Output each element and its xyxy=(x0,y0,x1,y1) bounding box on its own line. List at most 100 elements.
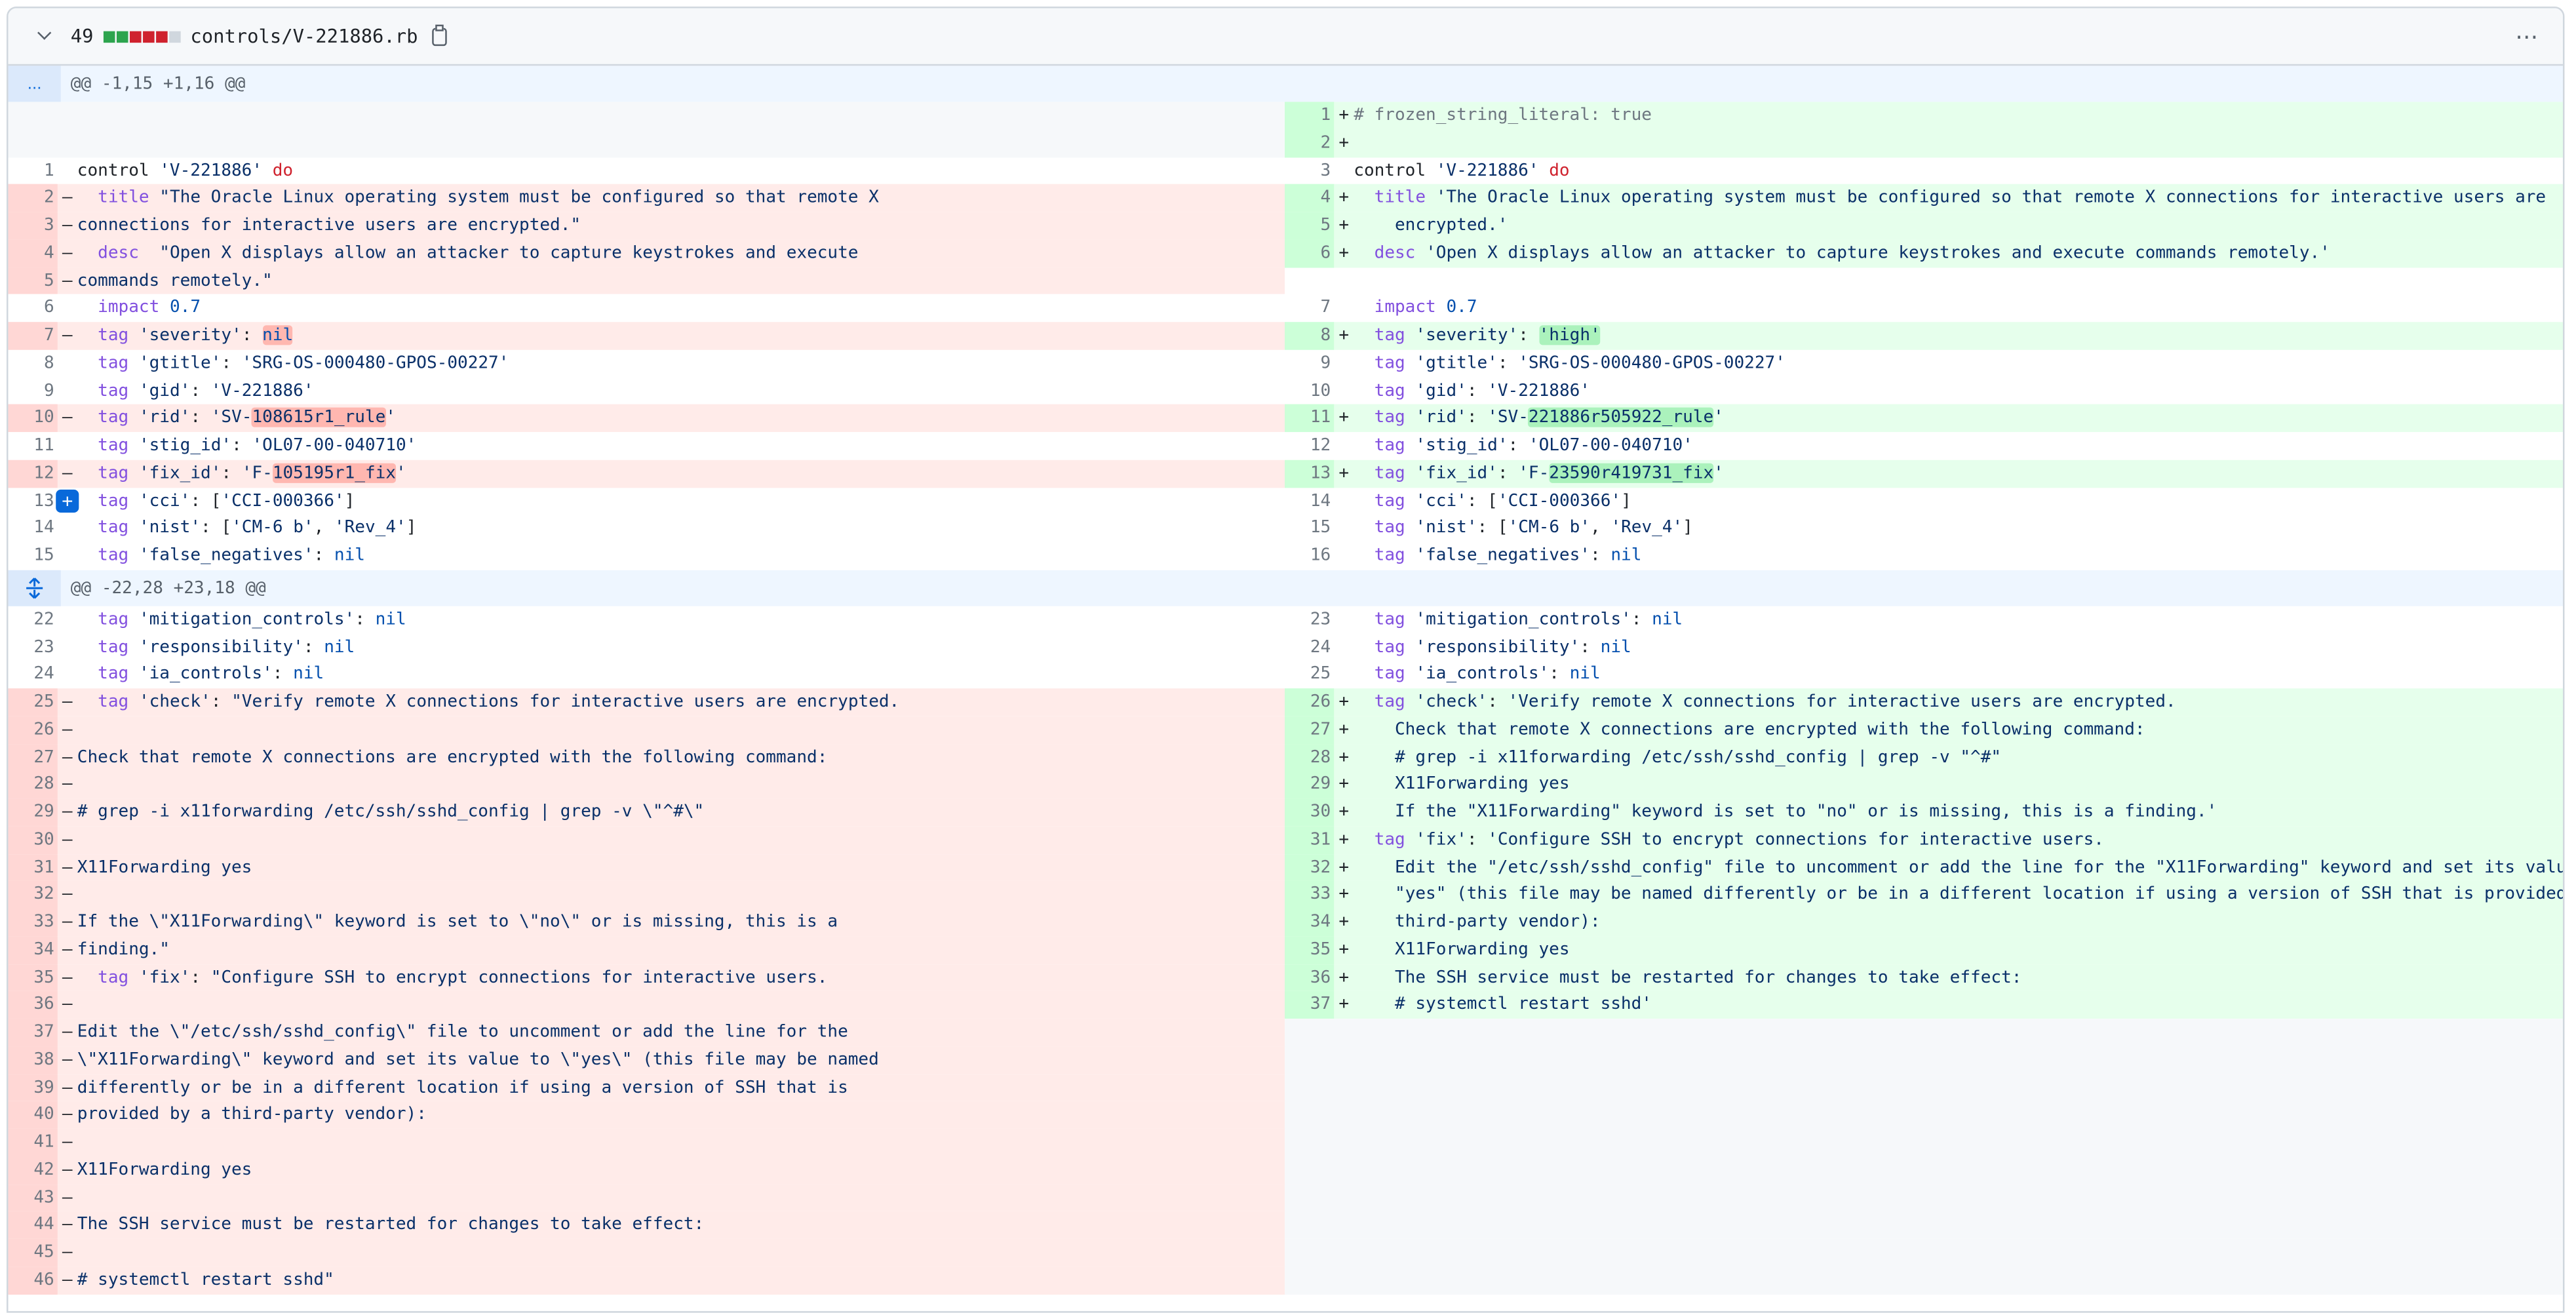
line-number[interactable]: 30 xyxy=(8,826,58,854)
diff-row: 22 tag 'mitigation_controls': nil 23 tag … xyxy=(8,606,2563,634)
line-number[interactable]: 37 xyxy=(1285,990,1335,1019)
line-number[interactable]: 35 xyxy=(8,964,58,991)
line-number[interactable]: 4 xyxy=(1285,184,1335,212)
line-number[interactable]: 33 xyxy=(8,909,58,937)
file-header: 49 controls/V-221886.rb ⋯ xyxy=(8,8,2563,66)
line-number[interactable]: 10 xyxy=(8,404,58,433)
line-number[interactable]: 10 xyxy=(1285,377,1334,404)
line-number[interactable]: 13 xyxy=(9,487,58,515)
line-number[interactable]: 44 xyxy=(8,1211,58,1239)
line-number[interactable]: 32 xyxy=(1285,853,1335,882)
line-number[interactable]: 5 xyxy=(8,267,58,295)
diff-row: 44– The SSH service must be restarted for… xyxy=(8,1211,2563,1239)
line-number[interactable]: 16 xyxy=(1285,542,1334,570)
line-number[interactable]: 29 xyxy=(8,798,58,827)
line-number[interactable]: 8 xyxy=(1285,322,1335,350)
line-number[interactable]: 25 xyxy=(8,688,58,716)
line-number[interactable]: 22 xyxy=(9,606,58,633)
line-number[interactable]: 29 xyxy=(1285,771,1335,799)
line-number[interactable]: 14 xyxy=(9,515,58,542)
line-number[interactable]: 1 xyxy=(9,157,58,184)
line-number[interactable]: 6 xyxy=(1285,239,1335,267)
right-line-ctx: 3 control 'V-221886' do xyxy=(1285,157,2563,185)
line-number[interactable]: 34 xyxy=(1285,909,1335,937)
line-number[interactable]: 28 xyxy=(8,771,58,799)
line-number[interactable]: 12 xyxy=(1285,432,1334,460)
chevron-down-icon[interactable] xyxy=(35,26,54,46)
diff-marker xyxy=(1334,432,1354,460)
line-number[interactable]: 4 xyxy=(8,239,58,267)
line-number[interactable]: 9 xyxy=(9,377,58,404)
file-path[interactable]: controls/V-221886.rb xyxy=(190,25,418,48)
line-number[interactable]: 24 xyxy=(9,661,58,688)
copy-icon[interactable] xyxy=(433,24,448,45)
line-number[interactable]: 33 xyxy=(1285,881,1335,909)
line-number[interactable]: 36 xyxy=(1285,964,1335,991)
line-number[interactable]: 7 xyxy=(1285,294,1334,322)
expand-up-button[interactable]: ... xyxy=(8,66,61,102)
right-line-blank xyxy=(1285,1018,2563,1046)
line-number[interactable]: 34 xyxy=(8,936,58,964)
left-line-del: 27– Check that remote X connections are e… xyxy=(8,743,1285,772)
right-line-blank xyxy=(1285,1211,2563,1239)
line-number[interactable]: 46 xyxy=(8,1266,58,1294)
add-comment-button[interactable]: + xyxy=(56,488,79,512)
code-text: Check that remote X connections are encr… xyxy=(1354,719,2145,739)
line-number[interactable]: 27 xyxy=(1285,716,1335,744)
code-text: tag 'false_negatives': nil xyxy=(1374,545,1642,566)
left-line-del: 33– If the \"X11Forwarding\" keyword is s… xyxy=(8,909,1285,937)
line-number[interactable]: 8 xyxy=(9,349,58,377)
line-number[interactable]: 11 xyxy=(9,432,58,460)
line-number[interactable]: 39 xyxy=(8,1073,58,1101)
line-number[interactable]: 30 xyxy=(1285,798,1335,827)
line-number[interactable]: 12 xyxy=(8,460,58,488)
line-number[interactable]: 5 xyxy=(1285,212,1335,240)
line-number[interactable]: 7 xyxy=(8,322,58,350)
line-number[interactable]: 6 xyxy=(9,294,58,322)
line-number[interactable]: 1 xyxy=(1285,102,1335,130)
diff-marker: – xyxy=(62,967,73,987)
code-text: # grep -i x11forwarding /etc/ssh/sshd_co… xyxy=(1354,747,2002,767)
line-number[interactable]: 15 xyxy=(1285,515,1334,542)
diff-marker: – xyxy=(62,1021,73,1042)
line-number[interactable]: 36 xyxy=(8,990,58,1019)
line-number[interactable]: 13 xyxy=(1285,460,1335,488)
kebab-horizontal-icon[interactable]: ⋯ xyxy=(2515,23,2540,51)
line-number[interactable]: 31 xyxy=(1285,826,1335,854)
diff-marker: – xyxy=(62,463,73,483)
line-number[interactable]: 3 xyxy=(1285,157,1334,184)
line-number[interactable]: 28 xyxy=(1285,743,1335,772)
line-number[interactable]: 26 xyxy=(1285,688,1335,716)
line-number[interactable]: 11 xyxy=(1285,404,1335,433)
line-number[interactable]: 9 xyxy=(1285,349,1334,377)
line-number[interactable]: 15 xyxy=(9,542,58,570)
line-number[interactable]: 32 xyxy=(8,881,58,909)
line-number[interactable]: 3 xyxy=(8,212,58,240)
line-number[interactable]: 26 xyxy=(8,716,58,744)
diff-row: 30–31 + tag 'fix': 'Configure SSH to encr… xyxy=(8,826,2563,854)
line-number[interactable]: 27 xyxy=(8,743,58,772)
expand-icon[interactable] xyxy=(8,570,61,606)
line-number[interactable]: 45 xyxy=(8,1238,58,1266)
diff-marker xyxy=(1334,542,1354,570)
line-number[interactable]: 25 xyxy=(1285,661,1334,688)
line-number[interactable]: 23 xyxy=(1285,606,1334,633)
left-line-ctx: 23 tag 'responsibility': nil xyxy=(8,633,1285,661)
line-number[interactable]: 35 xyxy=(1285,936,1335,964)
line-number[interactable]: 43 xyxy=(8,1183,58,1211)
line-number[interactable]: 37 xyxy=(8,1018,58,1046)
left-line-del: 35– tag 'fix': "Configure SSH to encrypt… xyxy=(8,964,1285,991)
line-number[interactable]: 31 xyxy=(8,853,58,882)
line-number[interactable]: 14 xyxy=(1285,487,1334,515)
line-number[interactable]: 40 xyxy=(8,1101,58,1129)
line-number[interactable]: 2 xyxy=(8,184,58,212)
diff-row: 15 tag 'false_negatives': nil 16 tag 'fal… xyxy=(8,542,2563,570)
line-number[interactable]: 42 xyxy=(8,1156,58,1184)
left-line-del: 7– tag 'severity': nil xyxy=(8,322,1285,350)
line-number[interactable]: 41 xyxy=(8,1128,58,1156)
code-text: tag 'check': 'Verify remote X connection… xyxy=(1374,692,2176,712)
line-number[interactable]: 2 xyxy=(1285,129,1335,157)
line-number[interactable]: 23 xyxy=(9,633,58,661)
line-number[interactable]: 38 xyxy=(8,1046,58,1074)
line-number[interactable]: 24 xyxy=(1285,633,1334,661)
